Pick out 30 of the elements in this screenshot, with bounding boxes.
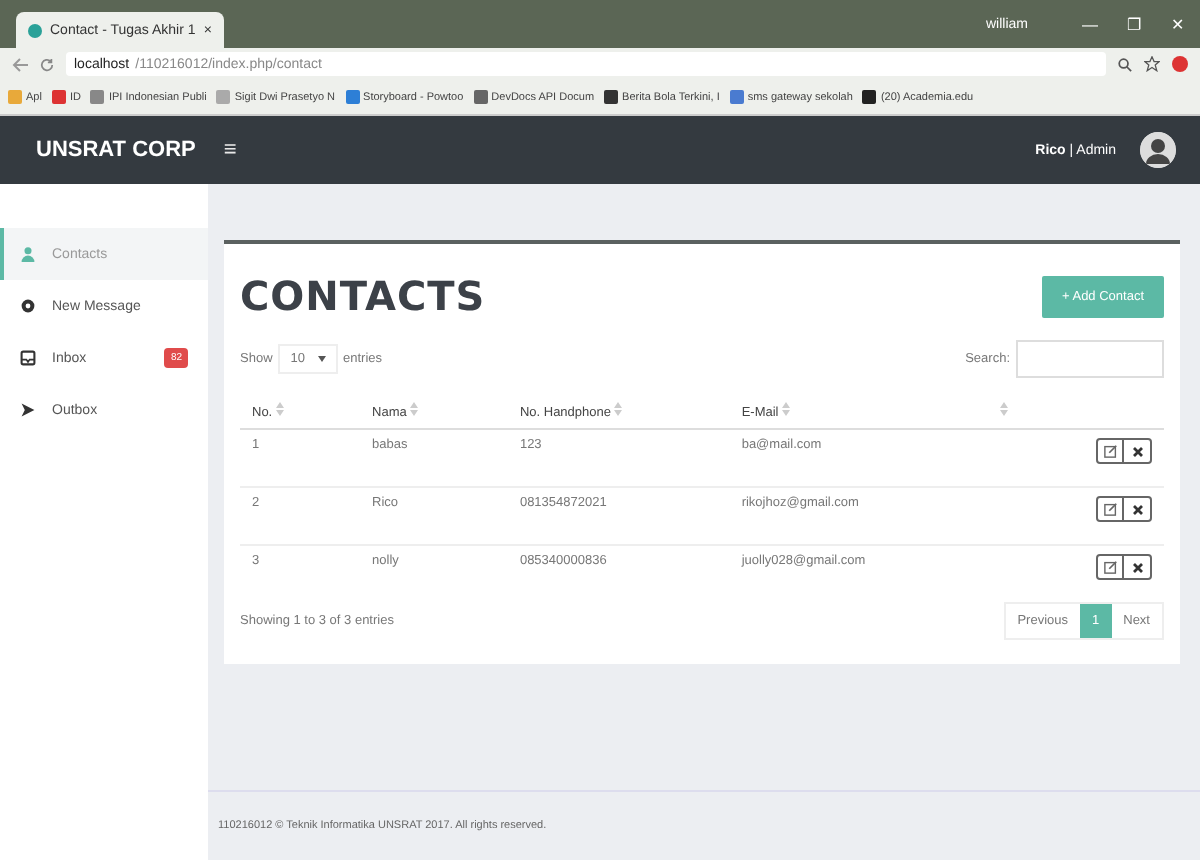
edit-button[interactable] xyxy=(1096,496,1124,522)
brand-logo[interactable]: UNSRAT CORP xyxy=(36,138,196,162)
edit-button[interactable] xyxy=(1096,554,1124,580)
edit-icon xyxy=(1103,560,1117,574)
edit-button[interactable] xyxy=(1096,438,1124,464)
delete-button[interactable] xyxy=(1124,554,1152,580)
close-icon xyxy=(1131,445,1143,457)
edit-icon xyxy=(1103,444,1117,458)
dropdown-caret-icon xyxy=(317,356,325,362)
search-field[interactable] xyxy=(1016,340,1164,378)
close-icon xyxy=(1131,503,1143,515)
window-control-button[interactable]: ❐ xyxy=(1112,15,1156,33)
edit-icon xyxy=(1103,502,1117,516)
window-control-button[interactable]: ✕ xyxy=(1156,15,1200,33)
search-icon[interactable] xyxy=(1118,57,1132,71)
avatar-icon[interactable] xyxy=(1140,132,1176,168)
extension-icon[interactable] xyxy=(1172,56,1188,72)
favicon-icon xyxy=(28,23,42,37)
window-control-button[interactable]: — xyxy=(1068,15,1112,33)
dot-icon xyxy=(20,298,36,314)
reload-icon[interactable] xyxy=(40,57,54,71)
inbox-icon xyxy=(20,350,36,366)
user-icon xyxy=(20,246,36,262)
close-icon xyxy=(1131,561,1143,573)
send-icon xyxy=(20,402,36,418)
star-icon[interactable] xyxy=(1144,56,1160,72)
menu-button[interactable]: ≡ xyxy=(223,138,237,162)
delete-button[interactable] xyxy=(1124,496,1152,522)
delete-button[interactable] xyxy=(1124,438,1152,464)
page-title: CONTACTS xyxy=(240,272,486,320)
